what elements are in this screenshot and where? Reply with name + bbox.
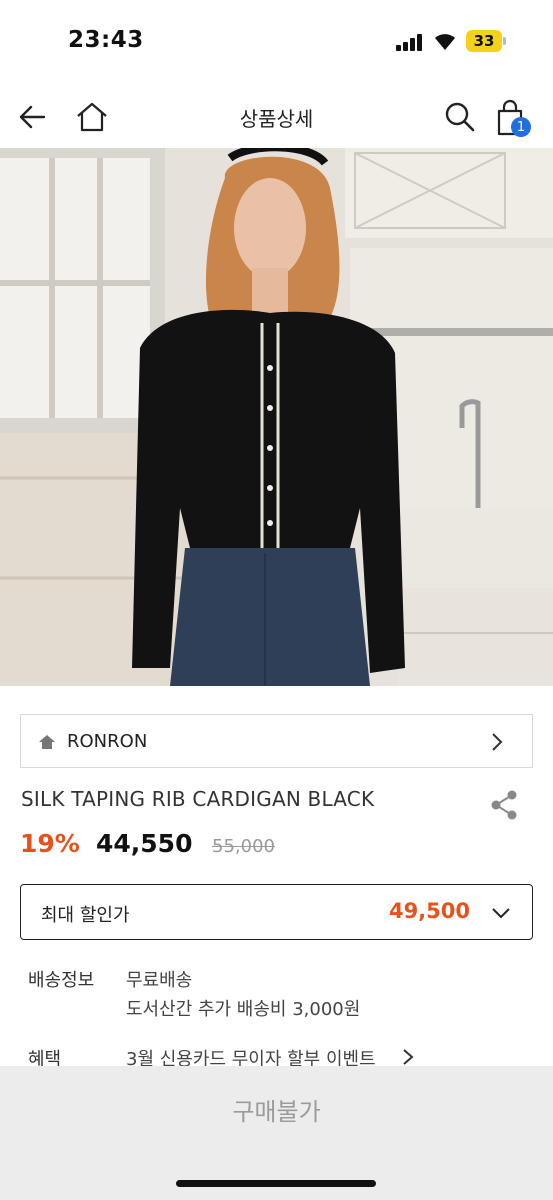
buy-button[interactable]: 구매불가 <box>0 1066 553 1152</box>
battery-level: 33 <box>466 30 502 52</box>
original-price: 55,000 <box>212 836 275 857</box>
chevron-right-icon <box>492 733 503 751</box>
max-discount-price: 49,500 <box>388 899 470 923</box>
brand-name: RONRON <box>67 731 148 752</box>
price-row: 19% 44,550 55,000 <box>20 828 533 864</box>
max-discount-dropdown[interactable]: 최대 할인가 49,500 <box>20 884 533 940</box>
sale-price: 44,550 <box>96 829 193 858</box>
chevron-down-icon <box>492 908 510 919</box>
product-name: SILK TAPING RIB CARDIGAN BLACK <box>21 787 375 811</box>
top-nav: 상품상세 1 <box>0 86 553 146</box>
battery-icon: 33 <box>466 30 506 52</box>
shipping-label: 배송정보 <box>28 970 95 991</box>
search-icon[interactable] <box>443 100 477 134</box>
product-photo <box>0 148 553 686</box>
status-time: 23:43 <box>68 27 144 53</box>
home-indicator <box>176 1180 376 1187</box>
chevron-right-icon[interactable] <box>398 1046 418 1068</box>
discount-rate: 19% <box>20 829 80 858</box>
shipping-free: 무료배송 <box>126 970 193 991</box>
share-icon[interactable] <box>488 788 520 822</box>
wifi-icon <box>435 34 455 50</box>
max-discount-label: 최대 할인가 <box>41 905 130 926</box>
cart-button[interactable]: 1 <box>494 98 534 140</box>
brand-link[interactable]: RONRON <box>20 714 533 768</box>
status-bar: 23:43 33 <box>0 0 553 80</box>
product-image[interactable] <box>0 148 553 686</box>
shipping-extra: 도서산간 추가 배송비 3,000원 <box>126 999 361 1020</box>
cart-count-badge: 1 <box>511 117 531 137</box>
brand-home-icon <box>39 735 55 749</box>
signal-icon <box>396 33 426 51</box>
